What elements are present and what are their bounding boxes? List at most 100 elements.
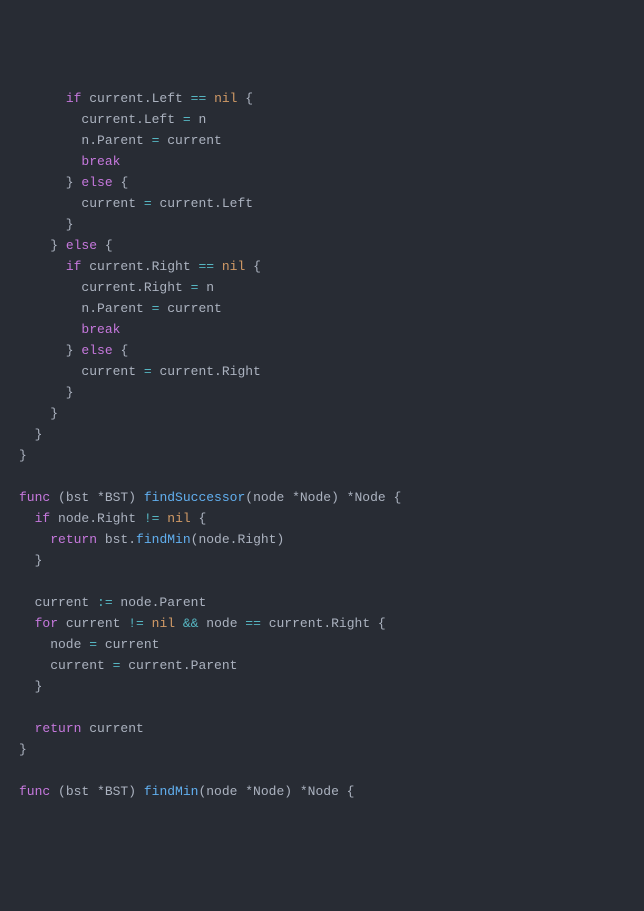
code-token: findMin — [144, 784, 199, 799]
code-line[interactable]: current := node.Parent — [0, 592, 644, 613]
code-line[interactable]: break — [0, 319, 644, 340]
code-token: current.Right — [152, 364, 261, 379]
code-line[interactable]: } else { — [0, 235, 644, 256]
code-line[interactable]: func (bst *BST) findSuccessor(node *Node… — [0, 487, 644, 508]
code-token: } — [19, 742, 27, 757]
code-line[interactable]: current = current.Right — [0, 361, 644, 382]
code-line[interactable]: if node.Right != nil { — [0, 508, 644, 529]
code-token: current.Left — [81, 91, 190, 106]
code-line[interactable]: if current.Right == nil { — [0, 256, 644, 277]
code-token: } — [19, 217, 74, 232]
code-line[interactable]: current.Left = n — [0, 109, 644, 130]
code-token: break — [81, 322, 120, 337]
code-line[interactable]: if current.Left == nil { — [0, 88, 644, 109]
code-token: n.Parent — [19, 133, 152, 148]
code-token: break — [81, 154, 120, 169]
code-line[interactable] — [0, 697, 644, 718]
code-line[interactable]: current = current.Parent — [0, 655, 644, 676]
code-token: { — [191, 511, 207, 526]
code-token: != — [128, 616, 144, 631]
code-line[interactable]: } — [0, 739, 644, 760]
code-token: node — [198, 616, 245, 631]
code-token: if — [35, 511, 51, 526]
code-token: == — [198, 259, 214, 274]
code-token: == — [245, 616, 261, 631]
code-token: } — [19, 406, 58, 421]
code-line[interactable]: n.Parent = current — [0, 130, 644, 151]
code-line[interactable]: } — [0, 424, 644, 445]
code-token — [19, 91, 66, 106]
code-token: current — [19, 196, 144, 211]
code-token: (bst *BST) — [50, 490, 144, 505]
code-token: nil — [152, 616, 175, 631]
code-line[interactable]: } — [0, 382, 644, 403]
code-token: node — [19, 637, 89, 652]
code-line[interactable] — [0, 760, 644, 781]
code-token: := — [97, 595, 113, 610]
code-line[interactable]: return current — [0, 718, 644, 739]
code-token — [175, 616, 183, 631]
code-line[interactable]: } — [0, 214, 644, 235]
code-line[interactable]: } — [0, 676, 644, 697]
code-line[interactable]: break — [0, 151, 644, 172]
code-token: findMin — [136, 532, 191, 547]
code-token: (node *Node) *Node { — [245, 490, 401, 505]
code-token: { — [113, 343, 129, 358]
code-line[interactable] — [0, 466, 644, 487]
code-token: current — [97, 637, 159, 652]
code-line[interactable]: } else { — [0, 340, 644, 361]
code-token: node.Right — [50, 511, 144, 526]
code-token: func — [19, 784, 50, 799]
code-token: current.Right { — [261, 616, 386, 631]
code-token — [19, 322, 81, 337]
code-line[interactable]: node = current — [0, 634, 644, 655]
code-token: func — [19, 490, 50, 505]
code-token: current — [81, 721, 143, 736]
code-line[interactable]: current = current.Left — [0, 193, 644, 214]
code-token: return — [50, 532, 97, 547]
code-token: } — [19, 343, 81, 358]
code-token: current.Parent — [120, 658, 237, 673]
code-token: (node *Node) *Node { — [198, 784, 354, 799]
code-token — [19, 154, 81, 169]
code-line[interactable]: } — [0, 550, 644, 571]
code-token — [19, 511, 35, 526]
code-token: == — [191, 91, 207, 106]
code-token: { — [97, 238, 113, 253]
code-token — [19, 532, 50, 547]
code-line[interactable]: n.Parent = current — [0, 298, 644, 319]
code-token: nil — [167, 511, 190, 526]
code-token: } — [19, 385, 74, 400]
code-token: bst. — [97, 532, 136, 547]
code-token: current.Left — [19, 112, 183, 127]
code-line[interactable]: for current != nil && node == current.Ri… — [0, 613, 644, 634]
code-line[interactable]: func (bst *BST) findMin(node *Node) *Nod… — [0, 781, 644, 802]
code-token: current.Right — [19, 280, 191, 295]
code-line[interactable]: } — [0, 445, 644, 466]
code-token: current.Left — [152, 196, 253, 211]
code-token: } — [19, 427, 42, 442]
code-token: { — [113, 175, 129, 190]
code-editor-viewport[interactable]: if current.Left == nil { current.Left = … — [0, 88, 644, 802]
code-token: = — [183, 112, 191, 127]
code-line[interactable] — [0, 571, 644, 592]
code-token: nil — [214, 91, 237, 106]
code-token: current — [19, 595, 97, 610]
code-token — [19, 721, 35, 736]
code-line[interactable]: return bst.findMin(node.Right) — [0, 529, 644, 550]
code-token: current — [159, 301, 221, 316]
code-token: = — [144, 196, 152, 211]
code-token: } — [19, 679, 42, 694]
code-token: if — [66, 91, 82, 106]
code-line[interactable]: current.Right = n — [0, 277, 644, 298]
code-token: current — [58, 616, 128, 631]
code-token: else — [66, 238, 97, 253]
code-token: != — [144, 511, 160, 526]
code-line[interactable]: } — [0, 403, 644, 424]
code-token — [206, 91, 214, 106]
code-line[interactable]: } else { — [0, 172, 644, 193]
code-token: if — [66, 259, 82, 274]
code-token: } — [19, 175, 81, 190]
code-token: = — [144, 364, 152, 379]
code-token: } — [19, 238, 66, 253]
